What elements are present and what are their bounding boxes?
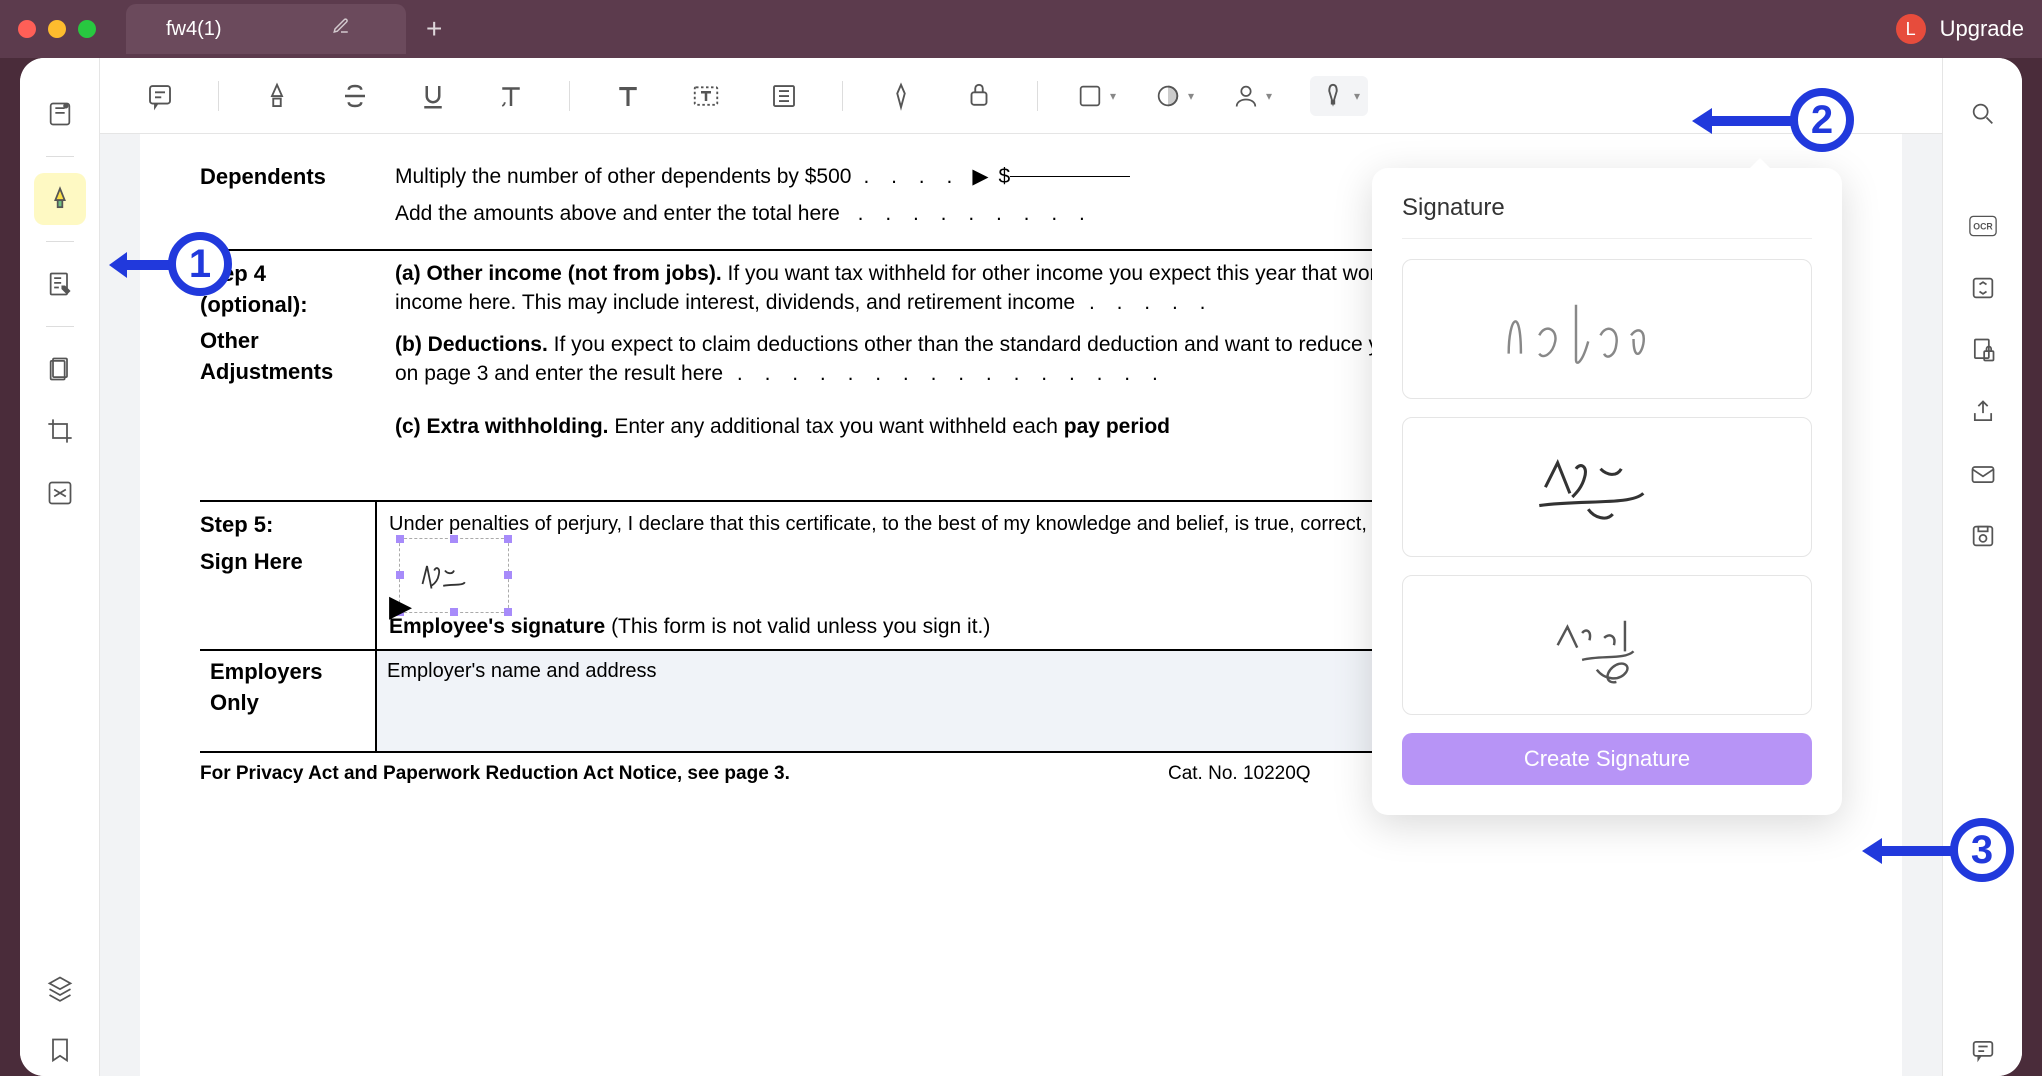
signature-popup-title: Signature <box>1402 194 1812 222</box>
dep-amount-field[interactable] <box>1010 176 1130 177</box>
page-tool[interactable] <box>34 343 86 395</box>
search-tool[interactable] <box>1957 88 2009 140</box>
signature-popup: Signature Create Signature <box>1372 168 1842 815</box>
text-style-button[interactable] <box>491 76 531 116</box>
reader-tool[interactable] <box>34 88 86 140</box>
stamp-button[interactable] <box>1154 76 1194 116</box>
maximize-window-button[interactable] <box>78 20 96 38</box>
mail-tool[interactable] <box>1957 448 2009 500</box>
pen-button[interactable] <box>881 76 921 116</box>
sign-here-label: Sign Here <box>200 547 375 578</box>
annotation-toolbar <box>100 58 1942 134</box>
bookmark-tool[interactable] <box>34 1024 86 1076</box>
form-button[interactable] <box>764 76 804 116</box>
create-signature-button[interactable]: Create Signature <box>1402 733 1812 785</box>
step4-optional: (optional): <box>200 290 375 321</box>
signature-item-1[interactable] <box>1402 259 1812 399</box>
share-tool[interactable] <box>1957 386 2009 438</box>
underline-button[interactable] <box>413 76 453 116</box>
dep-add-text: Add the amounts above and enter the tota… <box>395 202 840 225</box>
footer-left: For Privacy Act and Paperwork Reduction … <box>200 761 790 795</box>
layers-tool[interactable] <box>34 962 86 1014</box>
left-sidebar <box>20 58 100 1076</box>
redact-tool[interactable] <box>34 467 86 519</box>
edit-tool[interactable] <box>34 258 86 310</box>
employer-name-label: Employer's name and address <box>387 660 657 682</box>
signature-item-3[interactable] <box>1402 575 1812 715</box>
save-tool[interactable] <box>1957 510 2009 562</box>
user-avatar[interactable]: L <box>1896 14 1926 44</box>
placed-signature[interactable] <box>399 538 509 613</box>
eraser-button[interactable] <box>959 76 999 116</box>
callout-2: 2 <box>1790 88 1854 152</box>
note-button[interactable] <box>140 76 180 116</box>
callout-3: 3 <box>1950 818 2014 882</box>
annotate-tool[interactable] <box>34 173 86 225</box>
document-tab[interactable]: fw4(1) <box>126 4 406 54</box>
profile-stamp-button[interactable] <box>1232 76 1272 116</box>
sig-arrow-icon: ▶ <box>389 586 412 628</box>
new-tab-button[interactable]: + <box>426 13 442 45</box>
ocr-tool[interactable]: OCR <box>1957 200 2009 252</box>
step4-other: Other Adjustments <box>200 326 375 388</box>
right-sidebar: OCR <box>1942 58 2022 1076</box>
shape-button[interactable] <box>1076 76 1116 116</box>
step5-label: Step 5: <box>200 510 375 541</box>
signature-item-2[interactable] <box>1402 417 1812 557</box>
signature-button[interactable] <box>1310 76 1368 116</box>
rename-tab-icon[interactable] <box>332 17 350 41</box>
highlight-button[interactable] <box>257 76 297 116</box>
crop-tool[interactable] <box>34 405 86 457</box>
dep-multiply-text: Multiply the number of other dependents … <box>395 162 851 191</box>
text-button[interactable] <box>608 76 648 116</box>
tab-title: fw4(1) <box>166 18 222 41</box>
titlebar: fw4(1) + L Upgrade <box>0 0 2042 58</box>
close-window-button[interactable] <box>18 20 36 38</box>
main-area: Dependents Multiply the number of other … <box>100 58 1942 1076</box>
minimize-window-button[interactable] <box>48 20 66 38</box>
employers-label: Employers Only <box>210 659 323 715</box>
dependents-label: Dependents <box>200 164 326 189</box>
arrow-icon: ▶ <box>972 162 988 191</box>
traffic-lights <box>18 20 96 38</box>
convert-tool[interactable] <box>1957 262 2009 314</box>
svg-text:OCR: OCR <box>1973 222 1993 232</box>
comments-tool[interactable] <box>1957 1024 2009 1076</box>
textbox-button[interactable] <box>686 76 726 116</box>
strikethrough-button[interactable] <box>335 76 375 116</box>
footer-cat: Cat. No. 10220Q <box>1168 761 1311 795</box>
callout-1: 1 <box>168 232 232 296</box>
upgrade-button[interactable]: Upgrade <box>1940 16 2024 42</box>
secure-tool[interactable] <box>1957 324 2009 376</box>
